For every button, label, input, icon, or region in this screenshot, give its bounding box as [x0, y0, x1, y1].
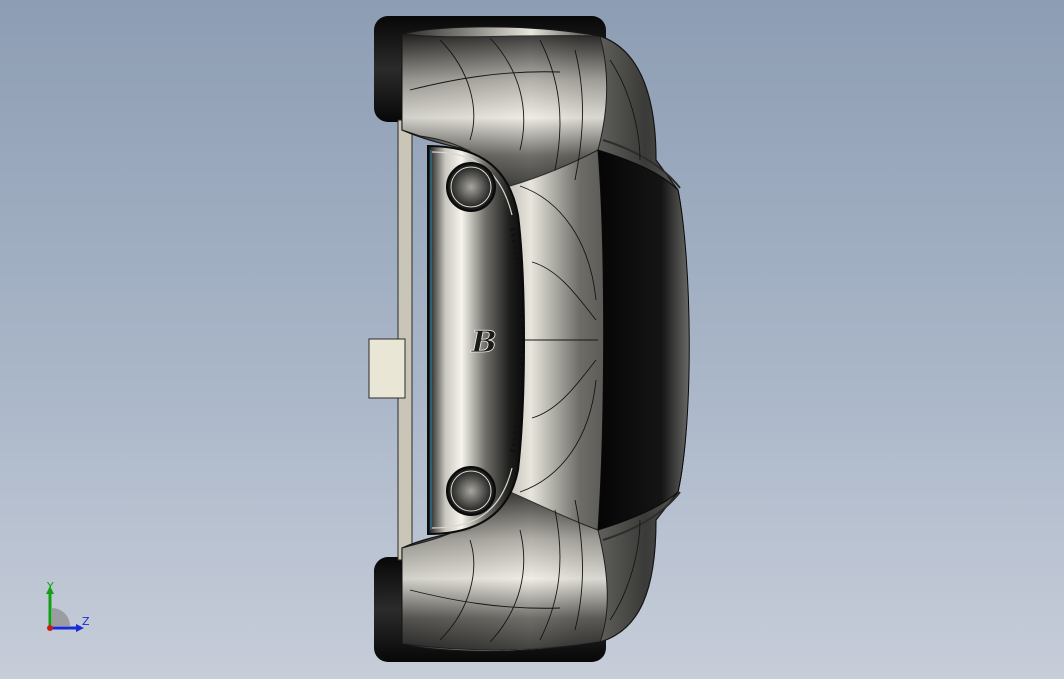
- headlamp-top: [446, 162, 496, 212]
- triad-quarter-disc: [52, 608, 70, 626]
- x-axis-dot: [47, 625, 53, 631]
- orientation-triad: Y Z: [38, 578, 102, 638]
- license-plate: [368, 338, 406, 399]
- headlamp-bottom: [446, 466, 496, 516]
- graphics-viewport[interactable]: B Y Z: [0, 0, 1064, 679]
- windshield: [597, 149, 690, 531]
- y-axis-label: Y: [47, 580, 54, 593]
- brand-logo: B: [470, 325, 496, 360]
- z-axis-label: Z: [82, 615, 90, 628]
- car-model[interactable]: B: [0, 0, 1064, 679]
